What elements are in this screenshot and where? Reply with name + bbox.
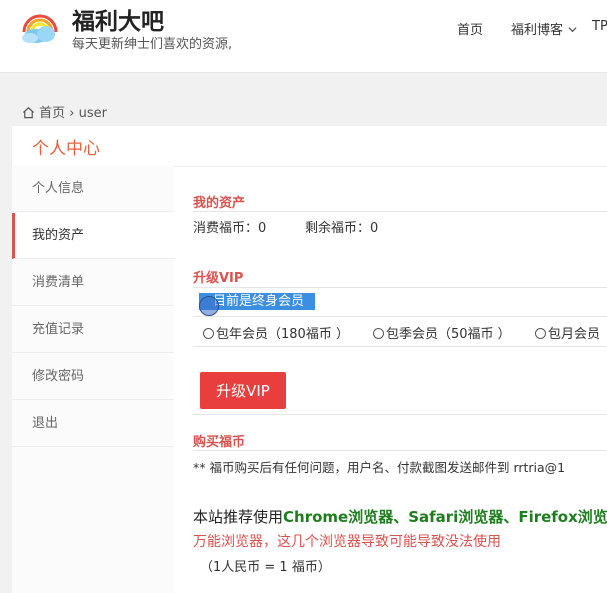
- buy-note: ** 福币购买后有任何问题，用户名、付款截图发送邮件到 rrtria@1: [193, 460, 566, 475]
- vip-options-bottom-divider: [193, 346, 607, 347]
- breadcrumb-current: user: [78, 106, 107, 121]
- option-monthly[interactable]: 包月会员: [535, 323, 600, 342]
- site-title[interactable]: 福利大吧: [72, 2, 164, 36]
- radio-yearly[interactable]: [203, 328, 214, 339]
- sidebar-item-recharge[interactable]: 充值记录: [12, 307, 174, 353]
- assets-heading: 我的资产: [193, 196, 246, 211]
- vip-divider: [193, 287, 607, 288]
- breadcrumb-separator: ›: [69, 106, 75, 121]
- breadcrumb-home[interactable]: 首页: [39, 106, 65, 121]
- recommended-browsers: Chrome浏览器、Safari浏览器、Firefox浏览: [283, 508, 607, 526]
- remaining-coins: 剩余福币：0: [305, 221, 379, 236]
- buy-heading: 购买福币: [193, 435, 246, 450]
- browser-recommendation: 本站推荐使用Chrome浏览器、Safari浏览器、Firefox浏览: [193, 506, 607, 527]
- panel-title: 个人中心: [32, 139, 100, 159]
- breadcrumb: 首页 › user: [22, 102, 107, 121]
- option-quarterly-label: 包季会员（50福币 ）: [386, 327, 511, 342]
- upgrade-vip-button[interactable]: 升级VIP: [200, 372, 286, 409]
- main-content: 我的资产 消费福币：0 剩余福币：0 升级VIP 目前是终身会员 购买福币 **…: [193, 0, 607, 593]
- option-monthly-label: 包月会员: [548, 327, 601, 342]
- sidebar-item-logout[interactable]: 退出: [12, 401, 174, 447]
- option-yearly[interactable]: 包年会员（180福币 ）: [203, 323, 349, 342]
- sidebar: 个人信息 我的资产 消费清单 充值记录 修改密码 退出: [12, 166, 174, 593]
- buy-divider-top: [193, 414, 607, 415]
- radio-quarterly[interactable]: [373, 328, 384, 339]
- radio-monthly[interactable]: [535, 328, 546, 339]
- rainbow-cloud-icon[interactable]: [18, 8, 68, 44]
- vip-status-text: 目前是终身会员: [213, 294, 305, 309]
- assets-divider: [193, 211, 607, 212]
- sidebar-item-orders[interactable]: 消费清单: [12, 260, 174, 306]
- browser-warning: 万能浏览器，这几个浏览器导致可能导致没法使用: [193, 534, 501, 550]
- option-yearly-label: 包年会员（180福币 ）: [216, 327, 349, 342]
- spent-coins: 消费福币：0: [193, 221, 267, 236]
- sidebar-item-assets[interactable]: 我的资产: [12, 213, 174, 259]
- sidebar-item-password[interactable]: 修改密码: [12, 354, 174, 400]
- mouse-cursor: [199, 296, 219, 316]
- exchange-rate: （1人民币 = 1 福币）: [200, 560, 331, 575]
- home-icon[interactable]: [22, 106, 35, 119]
- recommend-prefix: 本站推荐使用: [193, 508, 284, 526]
- vip-options-divider: [193, 316, 607, 317]
- option-quarterly[interactable]: 包季会员（50福币 ）: [373, 323, 511, 342]
- sidebar-item-profile[interactable]: 个人信息: [12, 166, 174, 212]
- vip-heading: 升级VIP: [193, 271, 244, 286]
- buy-divider: [193, 450, 607, 451]
